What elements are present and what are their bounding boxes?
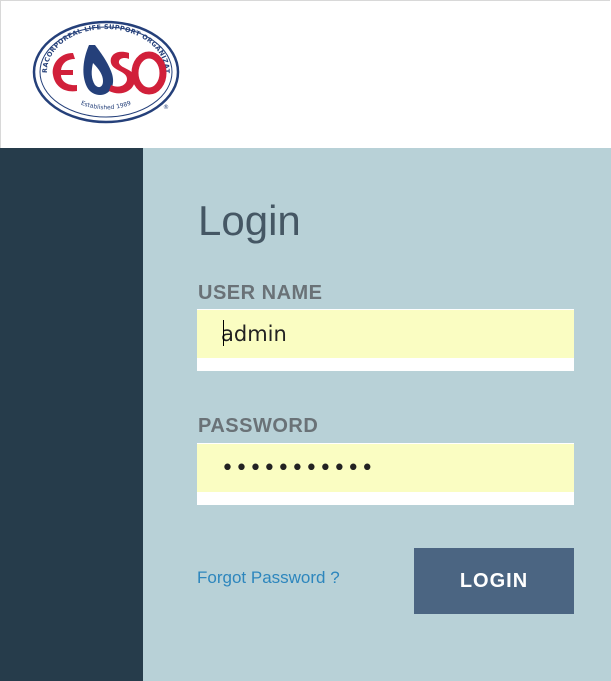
password-field-wrap <box>197 443 574 505</box>
username-input[interactable] <box>197 310 574 358</box>
username-label: USER NAME <box>198 282 323 304</box>
forgot-password-link[interactable]: Forgot Password ? <box>197 568 340 588</box>
password-label: PASSWORD <box>198 415 319 437</box>
elso-logo: EXTRACORPOREAL LIFE SUPPORT ORGANIZATION… <box>31 19 180 124</box>
trademark-mark: ® <box>163 104 169 111</box>
login-title: Login <box>198 197 301 244</box>
login-button[interactable]: LOGIN <box>414 548 574 614</box>
username-field-wrap <box>197 309 574 371</box>
text-caret <box>223 320 224 346</box>
password-input[interactable] <box>197 444 574 492</box>
header: EXTRACORPOREAL LIFE SUPPORT ORGANIZATION… <box>1 1 611 148</box>
sidebar <box>0 148 143 681</box>
